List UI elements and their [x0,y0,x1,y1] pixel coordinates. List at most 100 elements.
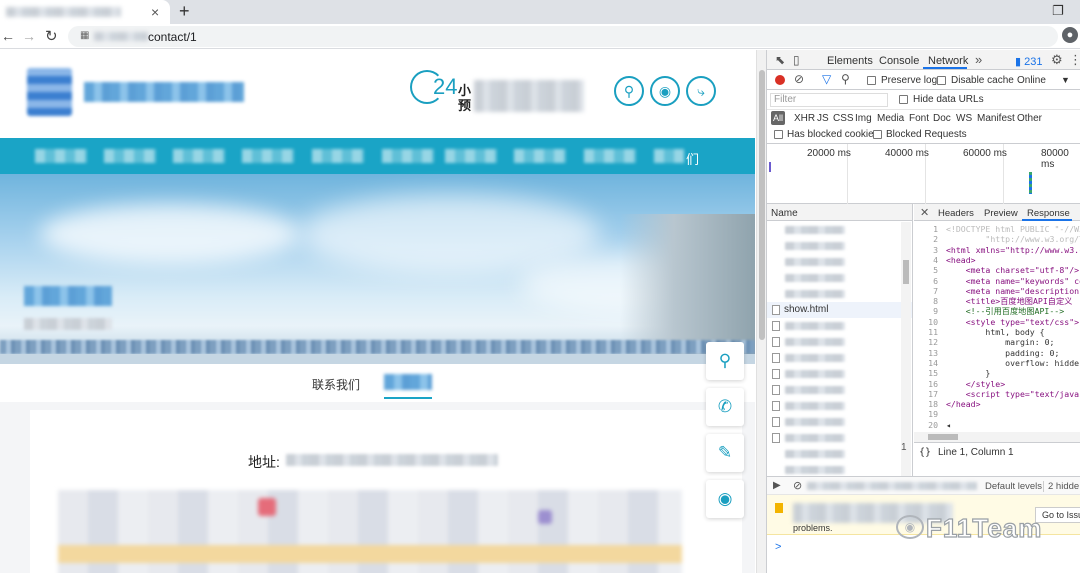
request-row[interactable] [767,238,912,254]
request-row[interactable] [767,446,912,462]
timeline-bar [1029,172,1032,194]
gear-icon[interactable]: ⚙ [1051,52,1063,68]
page-scrollbar-thumb[interactable] [759,70,765,340]
log-levels-select[interactable]: Default levels [985,481,1042,492]
type-doc[interactable]: Doc [933,113,951,124]
omnibox[interactable]: ▦ contact/1 ☆ [68,26,1058,47]
note-icon[interactable]: ✎ [706,434,744,472]
request-row[interactable] [767,382,912,398]
wechat-icon[interactable]: ◉ [706,480,744,518]
tab-preview[interactable]: Preview [984,208,1018,219]
clear-console-icon[interactable]: ⊘ [793,479,802,492]
forward-arrow-icon[interactable]: → [22,28,36,44]
phone-icon[interactable]: ✆ [706,388,744,426]
share-icon[interactable]: ⤷ [686,76,716,106]
window-maximize-icon[interactable]: ❐ [1052,3,1064,19]
device-toolbar-icon[interactable]: ▯ [793,53,800,67]
search-icon[interactable]: ⚲ [614,76,644,106]
issues-badge[interactable]: ▮ 231 [1015,55,1042,68]
type-font[interactable]: Font [909,113,929,124]
page-scrollbar[interactable] [756,50,766,573]
request-row[interactable] [767,254,912,270]
console-toolbar: ▶ ⊘ Default levels 2 hidde [767,477,1080,495]
request-row[interactable]: show.html [767,302,912,318]
request-row[interactable] [767,222,912,238]
tab-headers[interactable]: Headers [938,208,974,219]
tab-network[interactable]: Network [928,55,968,67]
nav-item[interactable] [242,149,294,163]
scrollbar-thumb[interactable] [903,260,909,284]
pretty-print-icon[interactable]: {} [919,447,931,458]
disable-cache-checkbox[interactable] [937,76,946,85]
request-row[interactable] [767,366,912,382]
has-blocked-cookies-checkbox[interactable] [774,130,783,139]
throttle-select[interactable]: Online [1017,75,1046,86]
request-row[interactable] [767,318,912,334]
back-arrow-icon[interactable]: ← [1,28,15,44]
nav-item[interactable] [445,149,497,163]
kebab-menu-icon[interactable]: ⋮ [1069,52,1080,68]
blocked-requests-checkbox[interactable] [873,130,882,139]
tab-console[interactable]: Console [879,55,919,67]
nav-item[interactable] [514,149,566,163]
tab-map-redacted[interactable] [384,374,432,390]
sidebar-toggle-icon[interactable]: ▶ [773,480,781,491]
nav-item[interactable] [104,149,156,163]
wechat-icon[interactable]: ◉ [650,76,680,106]
nav-item[interactable] [654,149,684,163]
logo[interactable] [27,68,72,116]
nav-item[interactable] [35,149,87,163]
location-icon[interactable]: ⚲ [706,342,744,380]
type-other[interactable]: Other [1017,113,1042,124]
tab-response[interactable]: Response [1027,208,1070,219]
response-code[interactable]: 1 <!DOCTYPE html PUBLIC "-//W3 2 "http://w… [914,224,1080,432]
request-row[interactable] [767,334,912,350]
type-css[interactable]: CSS [833,113,854,124]
network-overview[interactable]: 20000 ms 40000 ms 60000 ms 80000 ms [767,144,1080,204]
map-marker-icon[interactable] [258,498,276,516]
clear-icon[interactable]: ⊘ [794,72,804,86]
tab-elements[interactable]: Elements [827,55,873,67]
inspect-element-icon[interactable]: ⬉ [775,53,785,67]
nav-item-contact-tail[interactable]: 们 [686,149,699,168]
request-row[interactable] [767,430,912,446]
tab-close-icon[interactable]: × [151,4,159,20]
tab-contact-us[interactable]: 联系我们 [312,376,360,393]
preserve-log-checkbox[interactable] [867,76,876,85]
console-prompt[interactable]: > [775,541,781,553]
filter-input[interactable]: Filter [770,93,888,107]
nav-item[interactable] [382,149,434,163]
user-icon[interactable]: ● [1062,27,1078,43]
filter-icon[interactable]: ▽ [822,72,831,86]
new-tab-button[interactable]: + [179,1,190,22]
search-icon[interactable]: ⚲ [841,72,850,86]
type-media[interactable]: Media [877,113,904,124]
reload-icon[interactable]: ↻ [45,27,58,45]
site-info-icon[interactable]: ▦ [80,30,89,41]
baidu-map[interactable] [58,490,682,573]
more-tabs-icon[interactable]: » [975,52,982,67]
type-img[interactable]: Img [855,113,872,124]
hide-data-urls-checkbox[interactable] [899,95,908,104]
code-hscrollbar[interactable] [914,432,1080,442]
type-all[interactable]: All [771,111,785,125]
type-xhr[interactable]: XHR [794,113,815,124]
name-column-header[interactable]: Name [767,204,912,221]
request-row[interactable] [767,270,912,286]
scrollbar-thumb[interactable] [928,434,958,440]
request-row[interactable] [767,286,912,302]
close-icon[interactable]: ✕ [920,206,929,219]
nav-item[interactable] [312,149,364,163]
type-manifest[interactable]: Manifest [977,113,1015,124]
request-row[interactable] [767,398,912,414]
type-ws[interactable]: WS [956,113,972,124]
nav-item[interactable] [584,149,636,163]
type-js[interactable]: JS [817,113,829,124]
chevron-down-icon[interactable]: ▼ [1061,75,1070,85]
record-icon[interactable] [775,75,785,85]
url-text[interactable]: contact/1 [148,30,197,44]
browser-tab[interactable]: × [0,0,170,24]
request-row[interactable] [767,414,912,430]
nav-item[interactable] [173,149,225,163]
request-row[interactable] [767,350,912,366]
